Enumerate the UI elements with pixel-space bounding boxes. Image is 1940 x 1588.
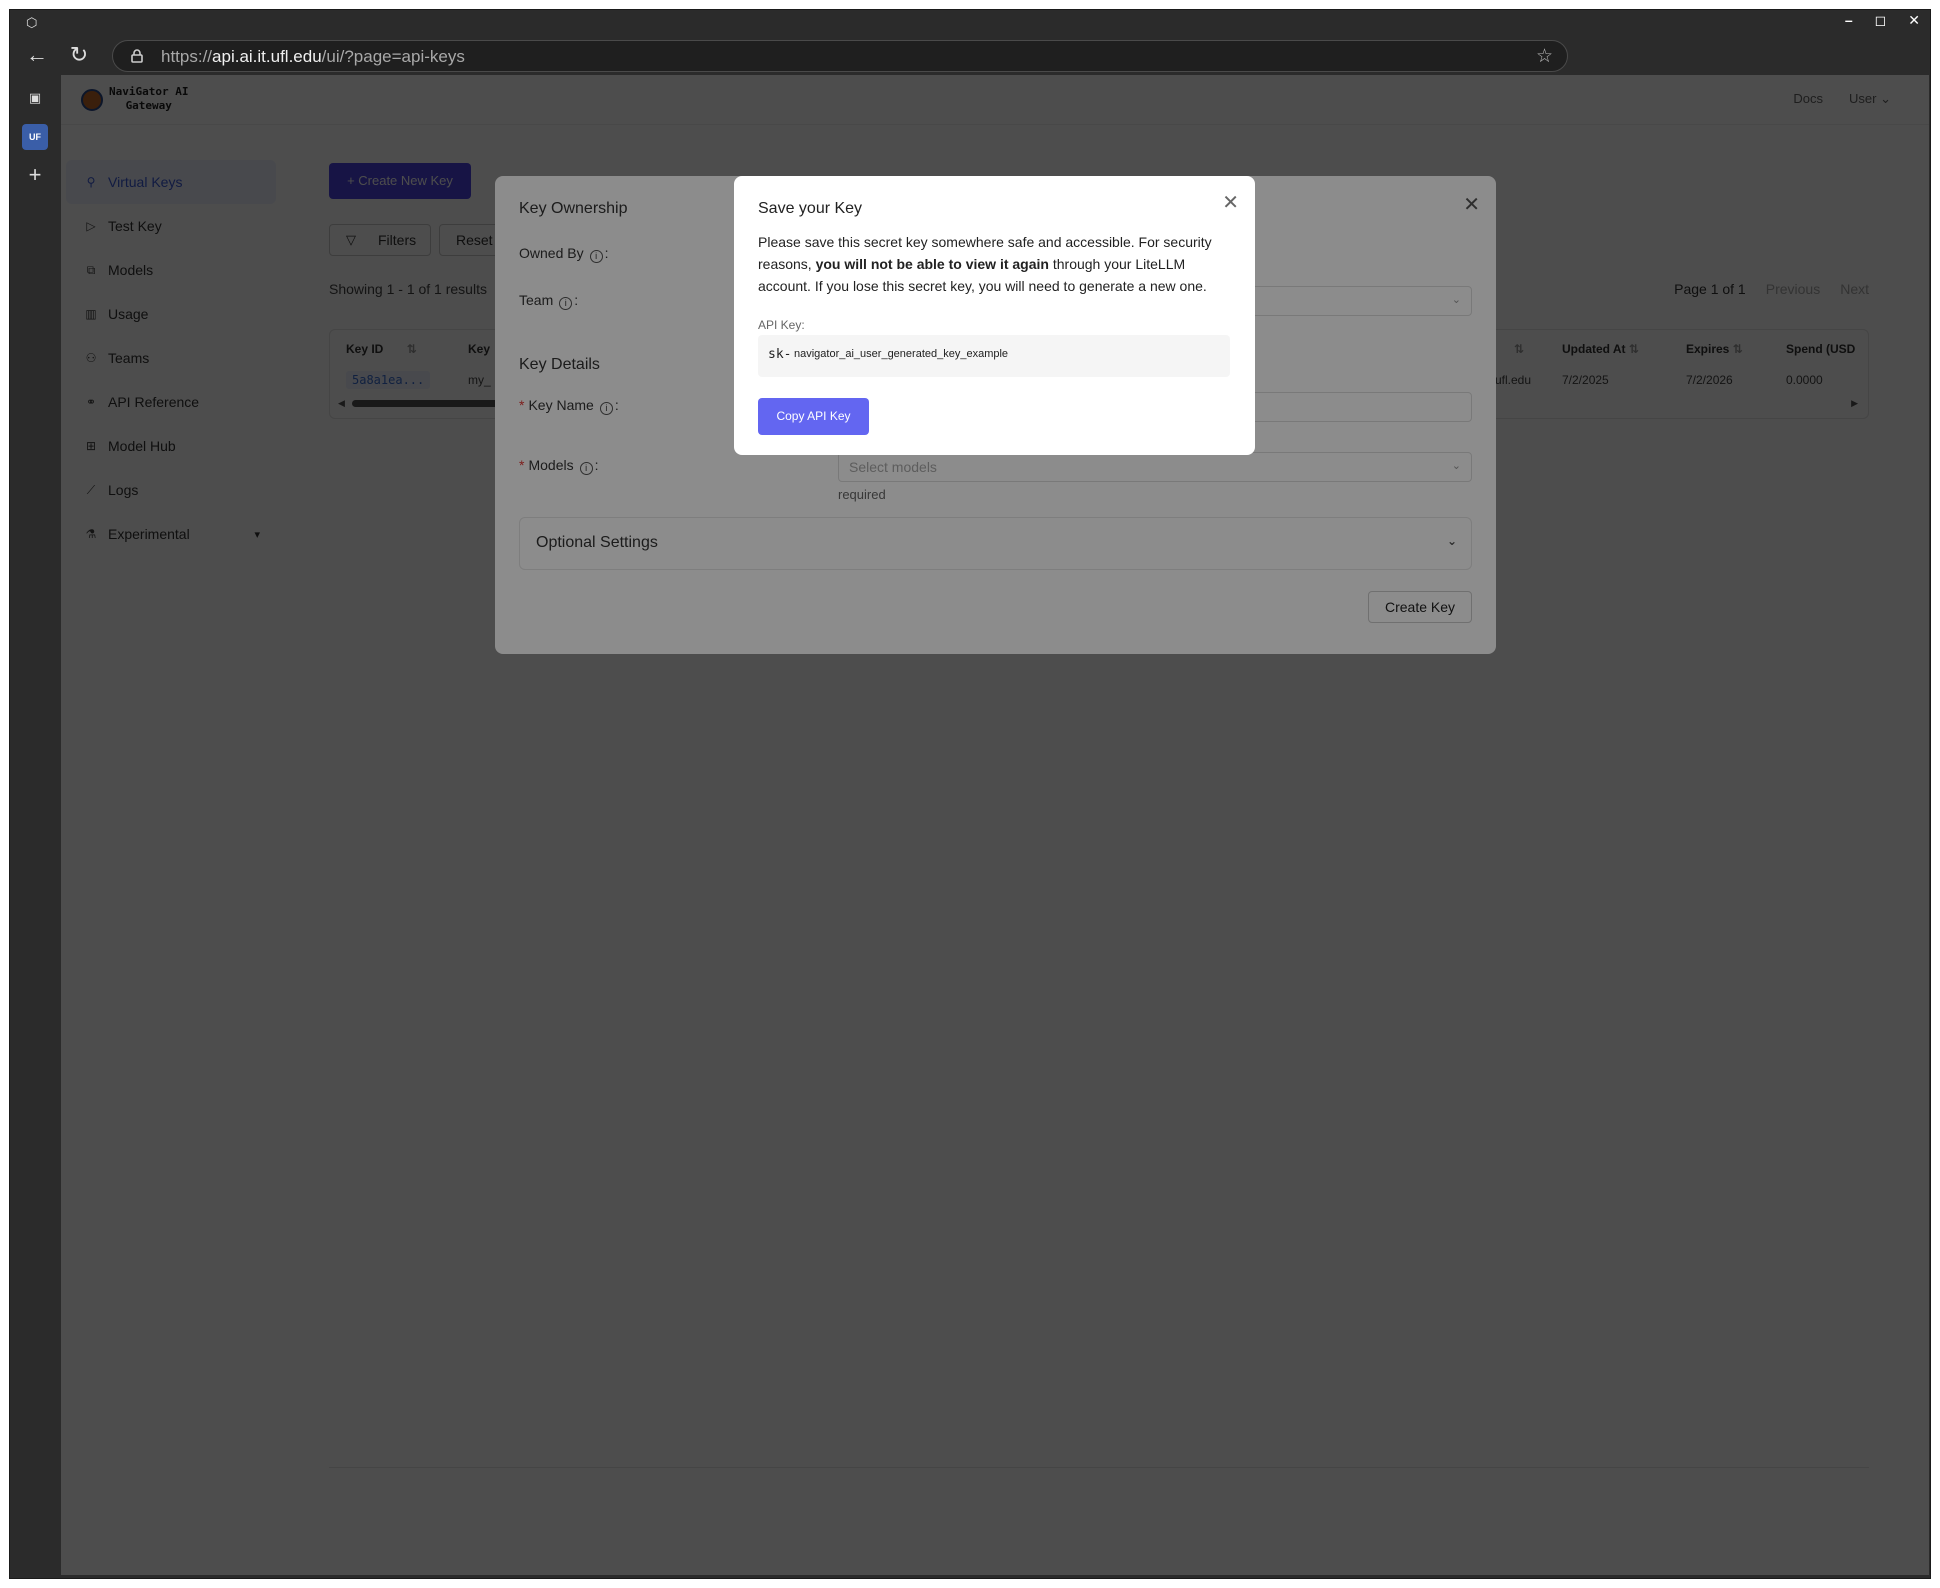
minimize-icon[interactable]: – — [1845, 12, 1853, 29]
save-key-description: Please save this secret key somewhere sa… — [758, 231, 1228, 297]
app-viewport: NaviGator AI Gateway Docs User ⌄ ⚲ Virtua… — [61, 75, 1929, 1575]
browser-navbar: ← ↻ https://api.ai.it.ufl.edu/ui/?page=a… — [10, 34, 1930, 80]
back-icon[interactable]: ← — [24, 42, 50, 68]
close-icon[interactable]: ✕ — [1222, 190, 1239, 215]
browser-vertical-tabs: ▣ UF + — [10, 80, 60, 1578]
api-key-label: API Key: — [758, 318, 805, 332]
maximize-icon[interactable]: ◻ — [1875, 12, 1887, 29]
browser-logo-icon: ⬡ — [26, 15, 38, 30]
api-key-display[interactable]: sk- navigator_ai_user_generated_key_exam… — [758, 335, 1230, 377]
tab-uf-favicon[interactable]: UF — [22, 124, 48, 150]
title-bar: ⬡ – ◻ ✕ — [10, 10, 1930, 34]
address-bar[interactable]: https://api.ai.it.ufl.edu/ui/?page=api-k… — [112, 40, 1568, 72]
sidebar-toggle-icon[interactable]: ▣ — [23, 90, 47, 114]
bookmark-star-icon[interactable]: ☆ — [1536, 45, 1553, 68]
save-key-title: Save your Key — [758, 200, 863, 217]
window-controls: – ◻ ✕ — [1845, 12, 1920, 29]
url-text: https://api.ai.it.ufl.edu/ui/?page=api-k… — [161, 47, 465, 66]
description-bold: you will not be able to view it again — [815, 256, 1049, 272]
api-key-value: navigator_ai_user_generated_key_example — [794, 348, 1009, 360]
copy-api-key-button[interactable]: Copy API Key — [758, 398, 869, 435]
close-window-icon[interactable]: ✕ — [1908, 12, 1920, 29]
api-key-prefix: sk- — [768, 347, 792, 362]
new-tab-icon[interactable]: + — [23, 164, 47, 188]
reload-icon[interactable]: ↻ — [66, 42, 92, 68]
lock-icon — [131, 49, 143, 63]
save-key-modal: ✕ Save your Key Please save this secret … — [734, 176, 1255, 455]
